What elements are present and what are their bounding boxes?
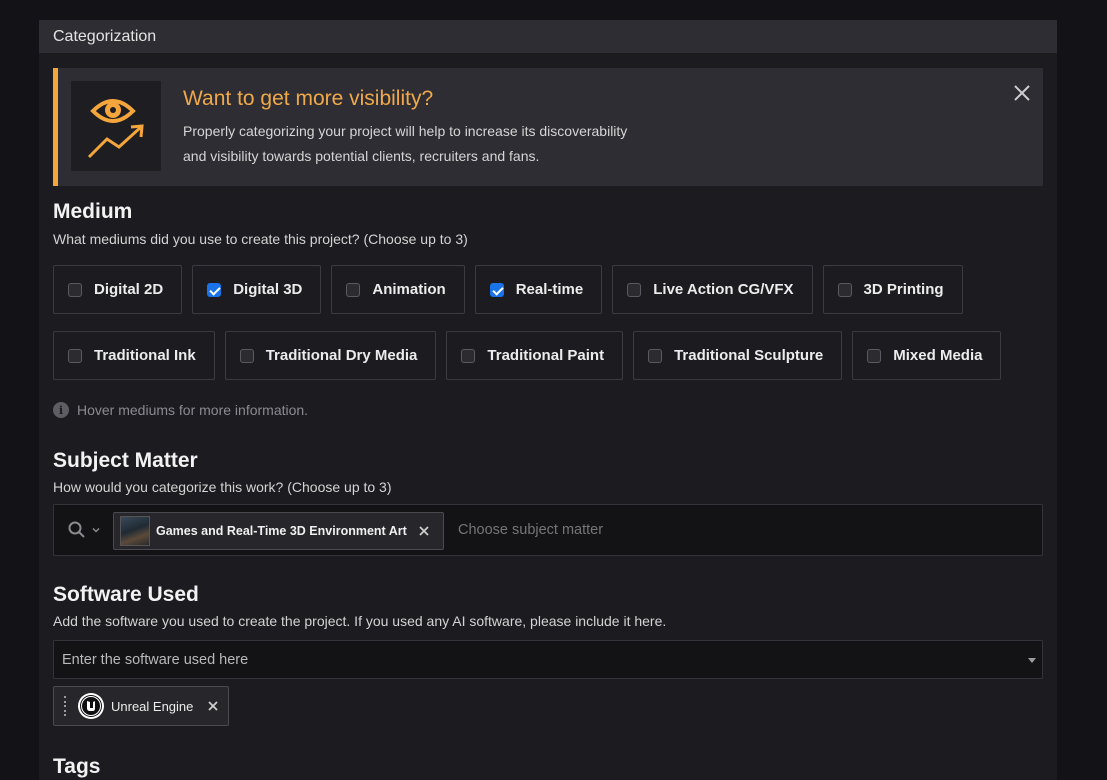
medium-label: Traditional Dry Media: [265, 347, 418, 364]
checkbox[interactable]: [867, 348, 882, 363]
software-title: Software Used: [53, 583, 199, 606]
medium-title: Medium: [53, 200, 133, 223]
medium-label: Traditional Paint: [487, 347, 605, 364]
checkbox-checked[interactable]: [489, 282, 504, 297]
info-icon: i: [53, 402, 69, 418]
medium-option-digital-3d[interactable]: Digital 3D: [192, 265, 322, 314]
software-select[interactable]: [53, 640, 1043, 679]
medium-label: Traditional Sculpture: [674, 347, 824, 364]
medium-label: Traditional Ink: [94, 347, 196, 364]
medium-option-live-action[interactable]: Live Action CG/VFX: [612, 265, 813, 314]
checkbox[interactable]: [837, 282, 852, 297]
subject-title: Subject Matter: [53, 449, 198, 472]
checkbox[interactable]: [461, 348, 476, 363]
remove-tag-icon[interactable]: [417, 524, 431, 538]
subject-subtitle: How would you categorize this work? (Cho…: [53, 479, 392, 495]
remove-software-icon[interactable]: [206, 699, 220, 713]
software-chip: Unreal Engine: [53, 686, 229, 726]
medium-label: Real-time: [515, 281, 584, 298]
subject-tag: Games and Real-Time 3D Environment Art: [113, 512, 444, 550]
callout-text-line: and visibility towards potential clients…: [183, 148, 540, 164]
categorization-panel: Categorization Want to get more visibili…: [39, 20, 1057, 780]
medium-label: Digital 2D: [94, 281, 164, 298]
medium-option-real-time[interactable]: Real-time: [474, 265, 603, 314]
search-icon: [68, 521, 85, 538]
checkbox[interactable]: [239, 348, 254, 363]
medium-option-animation[interactable]: Animation: [331, 265, 465, 314]
close-icon[interactable]: [1011, 82, 1033, 104]
eye-trending-up-icon: [71, 81, 161, 171]
medium-option-traditional-paint[interactable]: Traditional Paint: [446, 331, 624, 380]
callout-text-line: Properly categorizing your project will …: [183, 123, 628, 139]
callout-title: Want to get more visibility?: [183, 87, 434, 110]
software-search-field[interactable]: [62, 652, 962, 668]
chevron-down-icon: [92, 527, 100, 533]
subject-thumbnail: [120, 516, 150, 546]
subject-matter-input[interactable]: Games and Real-Time 3D Environment Art: [53, 504, 1043, 556]
medium-option-traditional-sculpture[interactable]: Traditional Sculpture: [633, 331, 843, 380]
medium-label: Live Action CG/VFX: [653, 281, 794, 298]
medium-option-traditional-ink[interactable]: Traditional Ink: [53, 331, 215, 380]
checkbox[interactable]: [648, 348, 663, 363]
medium-label: Digital 3D: [233, 281, 303, 298]
checkbox[interactable]: [68, 348, 82, 363]
checkbox-checked[interactable]: [207, 282, 222, 297]
checkbox[interactable]: [627, 282, 642, 297]
medium-row-1: Digital 2D Digital 3D Animation Real-tim…: [53, 265, 963, 314]
panel-header: Categorization: [39, 20, 1057, 53]
subject-search-field[interactable]: [458, 522, 1018, 538]
visibility-callout: Want to get more visibility? Properly ca…: [53, 68, 1043, 186]
panel-title: Categorization: [53, 27, 157, 45]
medium-row-2: Traditional Ink Traditional Dry Media Tr…: [53, 331, 1002, 380]
medium-option-3d-printing[interactable]: 3D Printing: [822, 265, 963, 314]
medium-label: Animation: [372, 281, 446, 298]
search-dropdown-toggle[interactable]: [68, 521, 102, 539]
unreal-engine-logo-icon: [78, 693, 104, 719]
callout-text: Properly categorizing your project will …: [183, 119, 723, 169]
medium-hint: i Hover mediums for more information.: [53, 402, 308, 418]
medium-option-mixed-media[interactable]: Mixed Media: [852, 331, 1002, 380]
hint-text: Hover mediums for more information.: [77, 402, 309, 418]
medium-subtitle: What mediums did you use to create this …: [53, 231, 468, 247]
checkbox[interactable]: [346, 282, 361, 297]
tags-title: Tags: [53, 755, 101, 778]
medium-label: Mixed Media: [893, 347, 983, 364]
medium-option-traditional-dry-media[interactable]: Traditional Dry Media: [224, 331, 437, 380]
medium-option-digital-2d[interactable]: Digital 2D: [53, 265, 183, 314]
checkbox[interactable]: [68, 282, 82, 297]
software-chip-label: Unreal Engine: [111, 698, 194, 714]
software-subtitle: Add the software you used to create the …: [53, 613, 667, 629]
caret-down-icon[interactable]: [1028, 658, 1036, 663]
drag-handle-icon[interactable]: [60, 696, 70, 716]
medium-label: 3D Printing: [863, 281, 944, 298]
subject-tag-label: Games and Real-Time 3D Environment Art: [156, 524, 407, 538]
